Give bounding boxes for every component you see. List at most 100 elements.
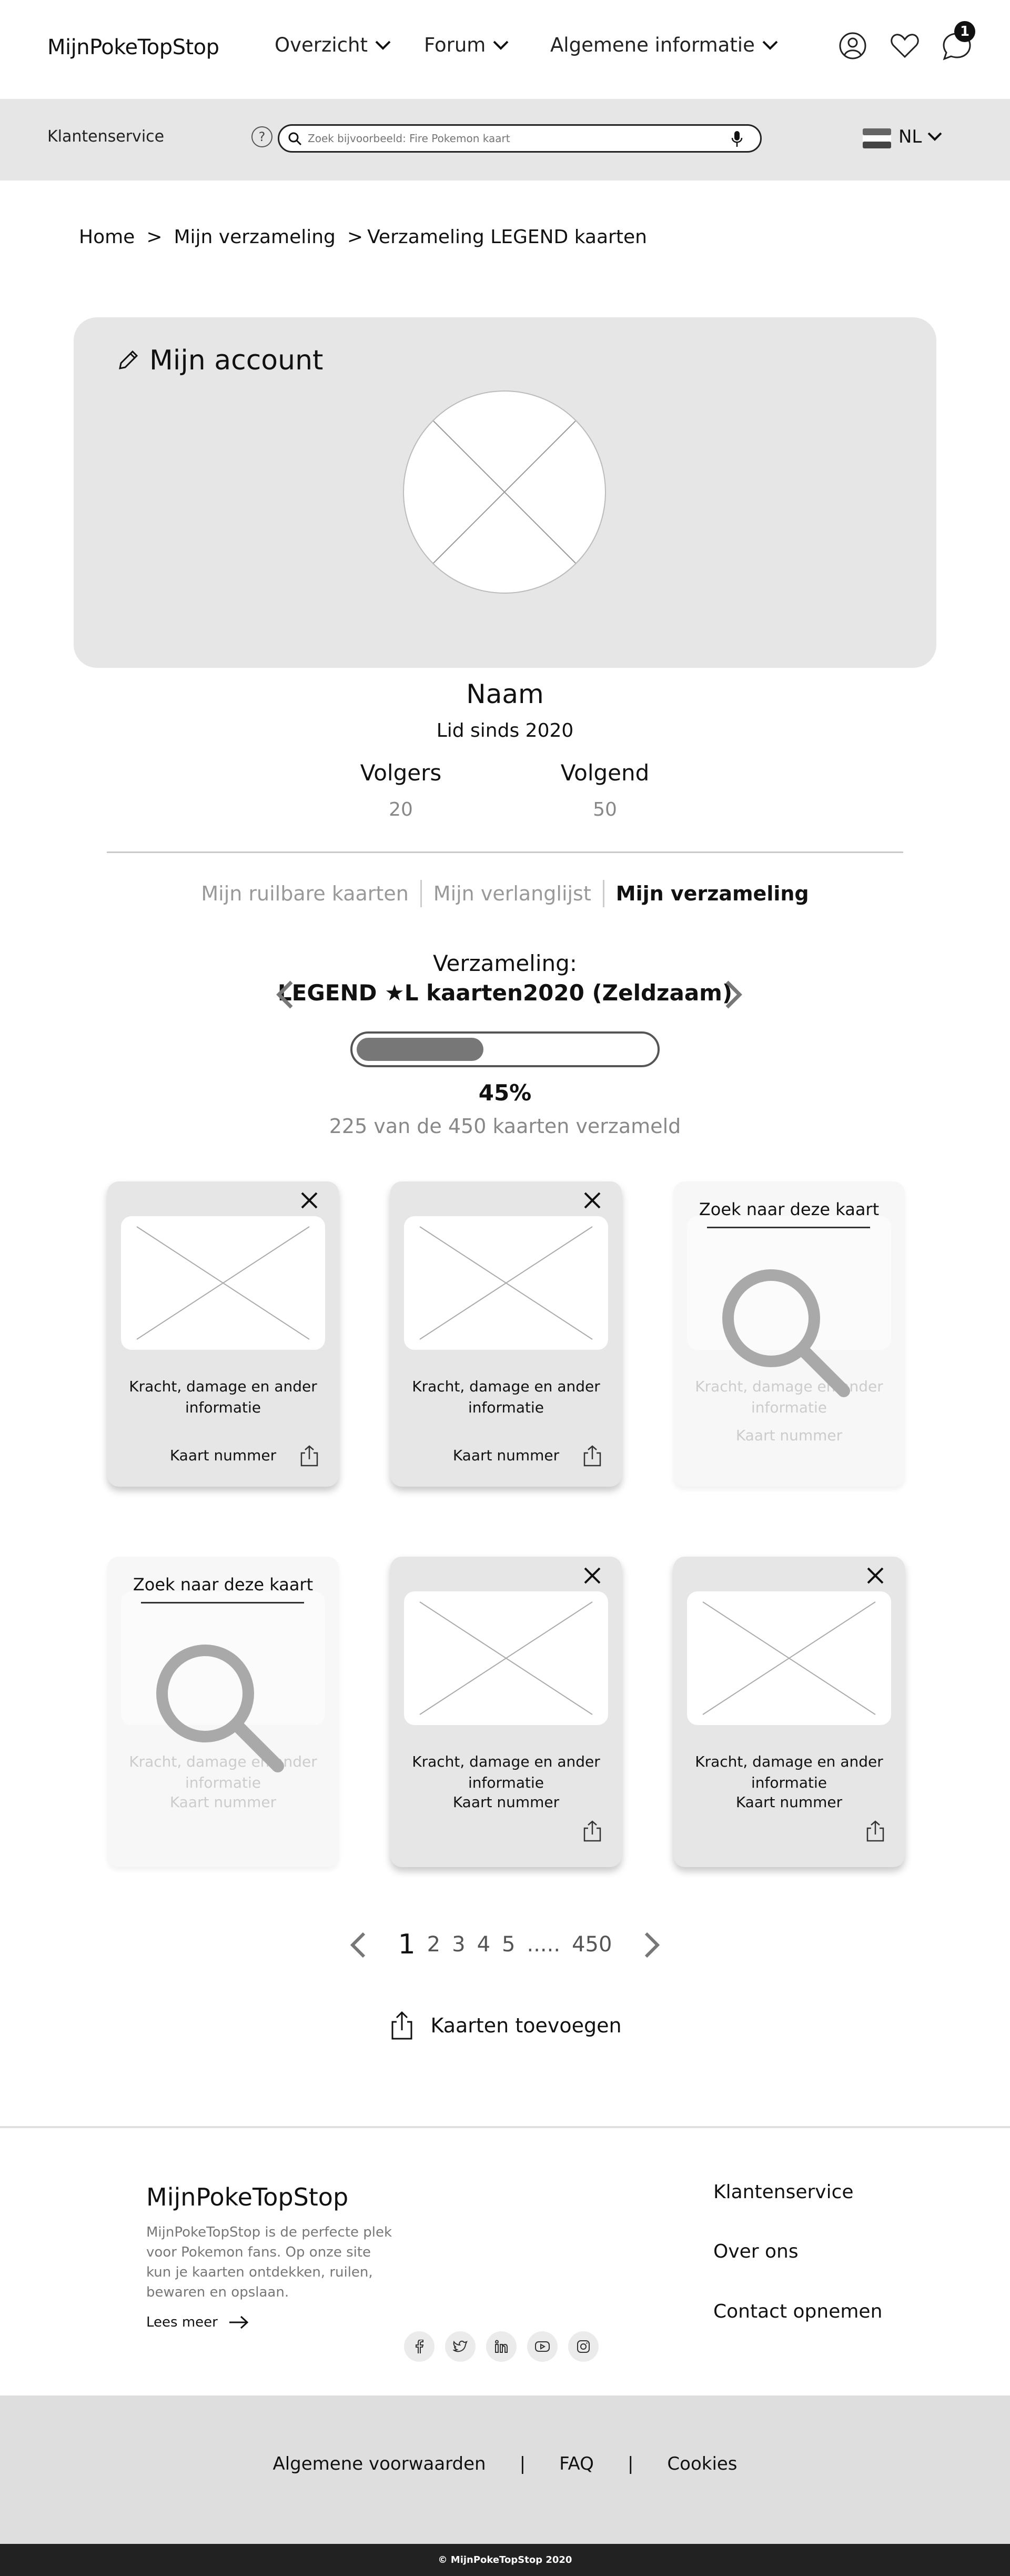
card-info: Kracht, damage en ander informatie: [412, 1378, 600, 1416]
magnifier-icon: [722, 1269, 850, 1397]
nav-algemene-informatie-label: Algemene informatie: [550, 34, 755, 56]
instagram-icon[interactable]: [568, 2331, 599, 2362]
close-icon[interactable]: [865, 1565, 886, 1586]
chevron-right-icon[interactable]: [722, 979, 745, 1010]
chevron-left-icon[interactable]: [274, 979, 297, 1010]
legal-link-faq[interactable]: FAQ: [559, 2453, 594, 2474]
microphone-icon[interactable]: [731, 130, 743, 148]
add-cards-button[interactable]: Kaarten toevoegen: [0, 2010, 1010, 2041]
account-title-label: Mijn account: [149, 345, 324, 376]
page-link[interactable]: 3: [452, 1932, 465, 1957]
facebook-icon[interactable]: [404, 2331, 435, 2362]
collection-card[interactable]: Kracht, damage en ander informatie Kaart …: [390, 1557, 622, 1867]
breadcrumb-home[interactable]: Home: [79, 226, 135, 248]
breadcrumb-current: Verzameling LEGEND kaarten: [367, 226, 647, 248]
legal-separator: |: [627, 2453, 634, 2474]
tab-tradeable-cards[interactable]: Mijn ruilbare kaarten: [201, 882, 408, 905]
tab-separator: [420, 880, 422, 907]
chevron-down-icon: [927, 132, 942, 141]
followers-label[interactable]: Volgers: [322, 760, 480, 786]
card-number: Kaart nummer: [452, 1793, 560, 1811]
card-image-placeholder: [404, 1216, 608, 1350]
followers-count: 20: [389, 799, 413, 820]
collection-label: Verzameling:: [433, 950, 577, 976]
footer-link-contact[interactable]: Contact opnemen: [713, 2301, 882, 2322]
magnifier-icon: [156, 1645, 284, 1772]
close-icon[interactable]: [582, 1190, 603, 1211]
language-selector[interactable]: NL: [898, 126, 943, 147]
share-icon[interactable]: [582, 1820, 603, 1843]
collection-card[interactable]: Kracht, damage en ander informatie Kaart …: [390, 1181, 622, 1487]
footer-link-customer-service[interactable]: Klantenservice: [713, 2181, 854, 2203]
nav-overzicht-label: Overzicht: [275, 34, 368, 56]
profile-name: Naam: [466, 679, 544, 709]
page-link[interactable]: 2: [427, 1932, 440, 1957]
collection-name: LEGEND ★L kaarten2020 (Zeldzaam): [277, 980, 733, 1006]
share-icon[interactable]: [865, 1820, 886, 1843]
card-info: Kracht, damage en ander informatie: [129, 1378, 317, 1416]
legal-separator: |: [519, 2453, 526, 2474]
find-card-underline: [141, 1602, 304, 1603]
youtube-icon[interactable]: [527, 2331, 558, 2362]
divider: [107, 851, 903, 853]
pencil-icon[interactable]: [116, 348, 140, 373]
collection-progress-bar: [350, 1031, 660, 1067]
following-label[interactable]: Volgend: [526, 760, 684, 786]
find-card-link[interactable]: Zoek naar deze kaart: [107, 1575, 339, 1595]
legal-link-cookies[interactable]: Cookies: [667, 2453, 737, 2474]
breadcrumb-separator: >: [347, 226, 363, 248]
page-link[interactable]: 5: [502, 1932, 515, 1957]
notification-badge: 1: [954, 21, 975, 42]
share-icon[interactable]: [582, 1445, 603, 1468]
help-button[interactable]: ?: [251, 126, 272, 147]
chevron-down-icon: [493, 41, 509, 50]
flag-nl-icon[interactable]: [863, 128, 891, 148]
user-icon[interactable]: [839, 32, 867, 60]
nav-algemene-informatie[interactable]: Algemene informatie: [550, 34, 779, 56]
site-logo[interactable]: MijnPokeTopStop: [47, 35, 219, 59]
tab-my-collection[interactable]: Mijn verzameling: [616, 882, 809, 905]
find-card-underline: [707, 1227, 870, 1228]
missing-card[interactable]: Kracht, damage en ander informatie Kaart …: [673, 1181, 905, 1487]
read-more-label: Lees meer: [146, 2314, 218, 2330]
collection-card[interactable]: Kracht, damage en ander informatie Kaart …: [673, 1557, 905, 1867]
member-since: Lid sinds 2020: [436, 720, 574, 741]
search-input[interactable]: [308, 131, 718, 146]
close-icon[interactable]: [582, 1565, 603, 1586]
tab-wishlist[interactable]: Mijn verlanglijst: [433, 882, 591, 905]
page-link[interactable]: 4: [477, 1932, 490, 1957]
search-icon[interactable]: [288, 132, 302, 146]
footer-link-about[interactable]: Over ons: [713, 2241, 799, 2262]
footer-divider: [0, 2126, 1010, 2128]
progress-fill: [357, 1038, 483, 1061]
nav-forum[interactable]: Forum: [424, 34, 510, 56]
page-current[interactable]: 1: [398, 1929, 416, 1960]
search-bar[interactable]: [278, 124, 762, 153]
share-icon[interactable]: [299, 1445, 320, 1468]
nav-overzicht[interactable]: Overzicht: [275, 34, 392, 56]
breadcrumb-separator: >: [146, 226, 163, 248]
language-label: NL: [898, 126, 922, 147]
breadcrumb-collection[interactable]: Mijn verzameling: [174, 226, 335, 248]
linkedin-icon[interactable]: [486, 2331, 517, 2362]
collection-card[interactable]: Kracht, damage en ander informatie Kaart …: [107, 1181, 339, 1487]
close-icon[interactable]: [299, 1190, 320, 1211]
legal-link-terms[interactable]: Algemene voorwaarden: [272, 2453, 486, 2474]
heart-icon[interactable]: [890, 33, 920, 59]
upload-icon: [391, 2011, 412, 2040]
chevron-down-icon: [762, 41, 778, 50]
page-last[interactable]: 450: [572, 1932, 612, 1957]
add-cards-label: Kaarten toevoegen: [430, 2014, 622, 2037]
find-card-link[interactable]: Zoek naar deze kaart: [673, 1199, 905, 1219]
footer-description: MijnPokeTopStop is de perfecte plek voor…: [146, 2224, 392, 2300]
page-ellipsis: .....: [527, 1932, 561, 1957]
chevron-right-icon[interactable]: [642, 1930, 663, 1960]
avatar[interactable]: [402, 389, 607, 595]
missing-card[interactable]: Kracht, damage en ander informatie Kaart …: [107, 1557, 339, 1867]
card-image-placeholder: [121, 1216, 325, 1350]
card-image-placeholder: [687, 1591, 891, 1725]
twitter-icon[interactable]: [445, 2331, 476, 2362]
social-links: [404, 2331, 599, 2362]
customer-service-link[interactable]: Klantenservice: [47, 127, 164, 146]
read-more-link[interactable]: Lees meer: [146, 2314, 249, 2330]
